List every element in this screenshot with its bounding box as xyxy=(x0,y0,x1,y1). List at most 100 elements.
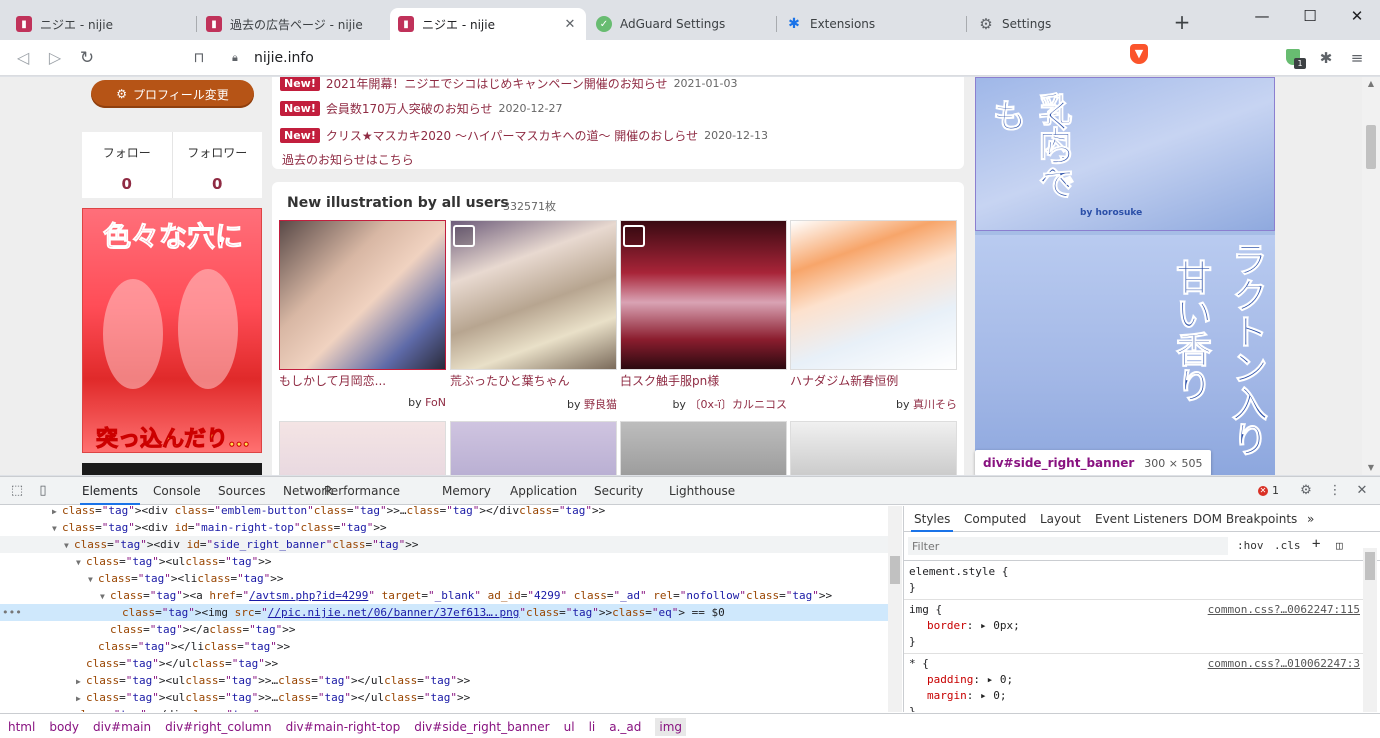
news-item[interactable]: New! 会員数170万人突破のお知らせ 2020-12-27 xyxy=(280,100,562,116)
illust-title[interactable]: 荒ぶったひと葉ちゃん xyxy=(450,372,617,389)
dom-node-line[interactable]: class="tag"></divclass="tag">> xyxy=(0,706,888,712)
reload-icon[interactable]: ↻ xyxy=(76,47,98,69)
breadcrumb-item[interactable]: a._ad xyxy=(609,720,641,734)
dom-node-line[interactable]: ▼ class="tag"><a href="/avtsm.php?id=4299… xyxy=(0,587,888,604)
illust-thumbnail[interactable] xyxy=(620,220,787,370)
sidebar-toggle-icon[interactable]: ◫ xyxy=(1336,539,1343,552)
news-item[interactable]: New! 2021年開幕！ニジエでシコはじめキャンペーン開催のお知らせ 2021… xyxy=(280,77,738,91)
illust-author[interactable]: 真川そら xyxy=(913,398,957,411)
breadcrumb-item[interactable]: body xyxy=(49,720,79,734)
tab-nijie-active[interactable]: ▮ ニジエ - nijie ✕ xyxy=(390,8,586,40)
expand-triangle-icon[interactable]: ▼ xyxy=(100,588,110,605)
menu-icon[interactable]: ≡ xyxy=(1347,48,1367,68)
css-declaration[interactable]: border: ▸ 0px; xyxy=(909,618,1364,634)
illust-title[interactable]: もしかして月岡恋... xyxy=(279,372,446,389)
css-rule[interactable]: element.style {} xyxy=(904,564,1364,596)
devtools-tab-security[interactable]: Security xyxy=(592,477,645,505)
illust-title[interactable]: 白スク触手服pn様 xyxy=(620,372,787,389)
illust-card[interactable]: ハナダジム新春恒例 by 真川そら xyxy=(790,220,957,412)
breadcrumb-item[interactable]: div#main-right-top xyxy=(286,720,401,734)
past-news-link[interactable]: 過去のお知らせはこちら xyxy=(282,151,414,168)
devtools-tab-lighthouse[interactable]: Lighthouse xyxy=(667,477,737,505)
css-source-link[interactable]: common.css?…010062247:3 xyxy=(1208,656,1360,672)
illust-thumbnail[interactable] xyxy=(790,220,957,370)
dom-node-line[interactable]: ▶ class="tag"><ulclass="tag">>…class="tag… xyxy=(0,689,888,706)
illust-thumbnail[interactable] xyxy=(450,421,617,475)
breadcrumb-item[interactable]: li xyxy=(589,720,596,734)
scrollbar-thumb[interactable] xyxy=(1365,552,1375,580)
expand-triangle-icon[interactable]: ▼ xyxy=(52,520,62,537)
dom-node-line[interactable]: class="tag"><img src="//pic.nijie.net/06… xyxy=(0,604,888,621)
illust-title[interactable]: ハナダジム新春恒例 xyxy=(790,372,957,389)
brave-shields-icon[interactable]: ▼ xyxy=(1130,44,1148,64)
illust-thumbnail[interactable] xyxy=(450,220,617,370)
collapsed-triangle-icon[interactable]: ▶ xyxy=(76,673,86,690)
left-side-banner-ad[interactable]: 色々な穴に 突っ込んだり… xyxy=(82,208,262,453)
breadcrumb-item[interactable]: img xyxy=(655,717,687,736)
illust-card[interactable]: もしかして月岡恋... by FoN xyxy=(279,220,446,409)
illust-card[interactable]: 白スク触手服pn様 by 〔0x-ï〕カルニコス xyxy=(620,220,787,412)
news-item[interactable]: New! クリス★マスカキ2020 ～ハイパーマスカキへの道～ 開催のおしらせ … xyxy=(280,127,768,143)
breadcrumb-item[interactable]: div#side_right_banner xyxy=(414,720,549,734)
styles-filter-input[interactable] xyxy=(908,537,1228,555)
extensions-puzzle-icon[interactable]: ✱ xyxy=(1316,48,1336,68)
dom-node-line[interactable]: ▼ class="tag"><liclass="tag">> xyxy=(0,570,888,587)
devtools-tab-memory[interactable]: Memory xyxy=(440,477,493,505)
node-options-icon[interactable]: ••• xyxy=(2,604,22,621)
back-arrow-icon[interactable]: ◁ xyxy=(12,47,34,69)
close-window-button[interactable]: ✕ xyxy=(1347,6,1367,26)
illust-card[interactable]: 荒ぶったひと葉ちゃん by 野良猫 xyxy=(450,220,617,412)
expand-triangle-icon[interactable]: ▼ xyxy=(88,571,98,588)
dom-node-line[interactable]: ▶ class="tag"><ulclass="tag">>…class="tag… xyxy=(0,672,888,689)
dom-node-line[interactable]: ▼ class="tag"><div id="main-right-top"cla… xyxy=(0,519,888,536)
select-checkbox[interactable] xyxy=(623,225,645,247)
breadcrumb-item[interactable]: div#right_column xyxy=(165,720,271,734)
select-checkbox[interactable] xyxy=(453,225,475,247)
inspect-element-icon[interactable]: ⬚ xyxy=(8,482,26,500)
illust-thumbnail[interactable] xyxy=(279,220,446,370)
devtools-tab-application[interactable]: Application xyxy=(508,477,579,505)
class-toggle[interactable]: .cls xyxy=(1274,539,1301,552)
styles-tab-computed[interactable]: Computed xyxy=(961,506,1029,532)
dom-node-line[interactable]: class="tag"></aclass="tag">> xyxy=(0,621,888,638)
illust-thumbnail[interactable] xyxy=(790,421,957,475)
follower-cell[interactable]: フォロワー 0 xyxy=(171,132,263,198)
dom-node-line[interactable]: ▼ class="tag"><ulclass="tag">> xyxy=(0,553,888,570)
page-scrollbar[interactable]: ▲ ▼ xyxy=(1362,77,1380,475)
new-rule-icon[interactable]: + xyxy=(1312,536,1320,552)
css-source-link[interactable]: common.css?…0062247:115 xyxy=(1208,602,1360,618)
devtools-tab-elements[interactable]: Elements xyxy=(80,477,140,505)
devtools-tab-sources[interactable]: Sources xyxy=(216,477,267,505)
css-rule[interactable]: * {common.css?…010062247:3 padding: ▸ 0; m… xyxy=(904,656,1364,712)
expand-triangle-icon[interactable]: ▼ xyxy=(64,537,74,554)
more-options-icon[interactable]: ⋮ xyxy=(1326,482,1344,500)
left-second-banner-ad[interactable] xyxy=(82,463,262,475)
devtools-tab-performance[interactable]: Performance xyxy=(322,477,402,505)
dom-node-line[interactable]: class="tag"></liclass="tag">> xyxy=(0,638,888,655)
forward-arrow-icon[interactable]: ▷ xyxy=(44,47,66,69)
devtools-tab-console[interactable]: Console xyxy=(151,477,203,505)
tab-settings[interactable]: ⚙ Settings xyxy=(970,8,1156,40)
bookmark-icon[interactable]: ⊓ xyxy=(188,47,210,69)
illust-author[interactable]: 〔0x-ï〕カルニコス xyxy=(689,398,787,411)
breadcrumb-item[interactable]: html xyxy=(8,720,35,734)
address-bar[interactable]: 🔒︎ nijie.info xyxy=(222,44,1160,72)
lock-icon[interactable]: 🔒︎ xyxy=(232,51,244,65)
styles-tab-layout[interactable]: Layout xyxy=(1037,506,1084,532)
illust-thumbnail[interactable] xyxy=(279,421,446,475)
hover-state-toggle[interactable]: :hov xyxy=(1237,539,1264,552)
breadcrumb-item[interactable]: div#main xyxy=(93,720,151,734)
side-right-banner-ad[interactable]: 乳内へ くらでも by horosuke ラクトン入り 甘い香り xyxy=(975,77,1275,475)
tab-adguard-settings[interactable]: ✓ AdGuard Settings xyxy=(588,8,774,40)
close-tab-icon[interactable]: ✕ xyxy=(562,17,578,32)
scrollbar-thumb[interactable] xyxy=(890,556,900,584)
maximize-button[interactable]: ☐ xyxy=(1300,6,1320,26)
new-tab-button[interactable]: + xyxy=(1172,12,1192,34)
scroll-down-icon[interactable]: ▼ xyxy=(1366,463,1376,473)
styles-tab-dom-breakpoints[interactable]: DOM Breakpoints xyxy=(1190,506,1300,532)
illust-author[interactable]: FoN xyxy=(425,396,446,409)
scrollbar-thumb[interactable] xyxy=(1366,125,1376,169)
devtools-settings-gear-icon[interactable]: ⚙ xyxy=(1297,482,1315,500)
device-toolbar-icon[interactable]: ▯ xyxy=(34,482,52,500)
tab-nijie-1[interactable]: ▮ ニジエ - nijie xyxy=(8,8,194,40)
